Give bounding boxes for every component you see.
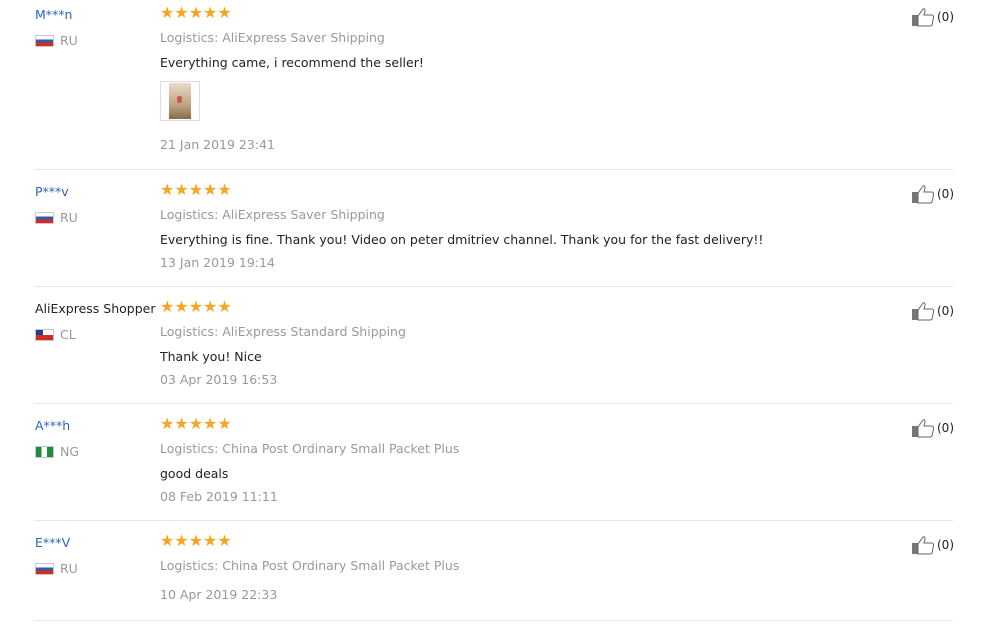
reviewer-country: RU [35,561,78,576]
review-item: A***h NG ★★★★★ Logistics: China Post Ord… [34,411,954,521]
country-code: RU [60,33,78,48]
star-rating: ★★★★★ [160,414,232,433]
review-text: Everything is fine. Thank you! Video on … [160,232,764,247]
russia-flag-icon [35,34,54,47]
review-photo-thumbnail[interactable] [160,81,200,121]
reviewer-name-link[interactable]: E***V [35,535,70,550]
helpful-button[interactable]: (0) [911,418,954,438]
country-code: RU [60,210,78,225]
thumbs-up-icon [912,185,935,204]
product-photo-image [169,83,191,119]
russia-flag-icon [35,562,54,575]
review-text: good deals [160,466,229,481]
reviewer-name-link[interactable]: P***v [35,184,69,199]
country-code: NG [60,444,80,459]
helpful-button[interactable]: (0) [911,535,954,555]
reviewer-name-link[interactable]: M***n [35,7,72,22]
star-rating: ★★★★★ [160,531,232,550]
star-rating: ★★★★★ [160,3,232,22]
helpful-count: (0) [937,538,954,552]
thumbs-up-icon [912,8,935,27]
review-text: Everything came, i recommend the seller! [160,55,424,70]
logistics-info: Logistics: China Post Ordinary Small Pac… [160,558,460,573]
review-date: 03 Apr 2019 16:53 [160,372,278,387]
thumbs-up-icon [912,302,935,321]
logistics-info: Logistics: AliExpress Saver Shipping [160,207,385,222]
star-rating: ★★★★★ [160,297,232,316]
thumbs-up-icon [912,536,935,555]
review-item: M***n RU ★★★★★ Logistics: AliExpress Sav… [34,0,954,170]
star-rating: ★★★★★ [160,180,232,199]
review-item: AliExpress Shopper CL ★★★★★ Logistics: A… [34,294,954,404]
thumbs-up-icon [912,419,935,438]
reviewer-country: RU [35,210,78,225]
helpful-count: (0) [937,10,954,24]
logistics-info: Logistics: China Post Ordinary Small Pac… [160,441,460,456]
helpful-button[interactable]: (0) [911,7,954,27]
review-date: 10 Apr 2019 22:33 [160,587,278,602]
review-date: 08 Feb 2019 11:11 [160,489,278,504]
chile-flag-icon [35,328,54,341]
helpful-count: (0) [937,421,954,435]
review-date: 21 Jan 2019 23:41 [160,137,275,152]
review-item: P***v RU ★★★★★ Logistics: AliExpress Sav… [34,177,954,287]
logistics-info: Logistics: AliExpress Standard Shipping [160,324,406,339]
logistics-info: Logistics: AliExpress Saver Shipping [160,30,385,45]
review-text: Thank you! Nice [160,349,262,364]
helpful-count: (0) [937,187,954,201]
country-code: CL [60,327,76,342]
reviewer-country: NG [35,444,79,459]
review-date: 13 Jan 2019 19:14 [160,255,275,270]
helpful-count: (0) [937,304,954,318]
helpful-button[interactable]: (0) [911,301,954,321]
feedback-list: M***n RU ★★★★★ Logistics: AliExpress Sav… [0,0,994,628]
reviewer-name-link[interactable]: A***h [35,418,70,433]
reviewer-country: CL [35,327,76,342]
review-item: E***V RU ★★★★★ Logistics: China Post Ord… [34,528,954,621]
nigeria-flag-icon [35,445,54,458]
helpful-button[interactable]: (0) [911,184,954,204]
reviewer-name: AliExpress Shopper [35,301,156,316]
country-code: RU [60,561,78,576]
reviewer-country: RU [35,33,78,48]
russia-flag-icon [35,211,54,224]
